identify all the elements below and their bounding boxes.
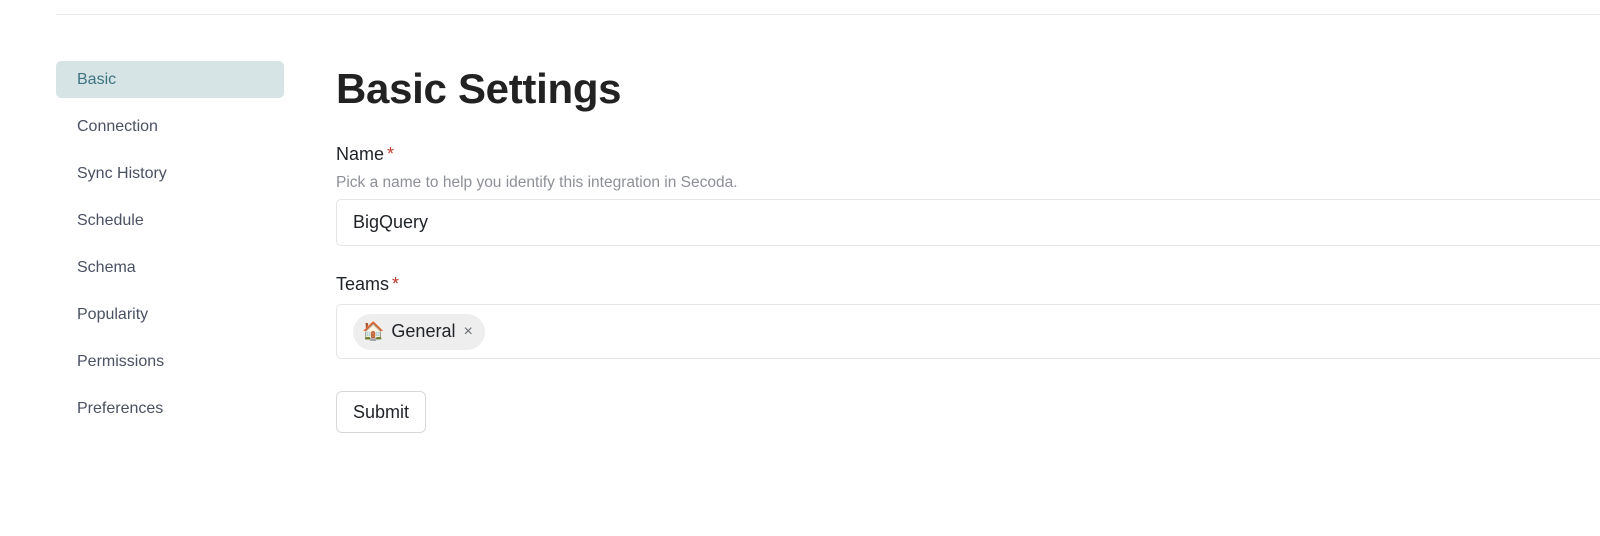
teams-multiselect[interactable]: 🏠 General × (336, 304, 1600, 359)
header-divider (56, 14, 1600, 15)
sidebar-item-popularity[interactable]: Popularity (56, 296, 284, 333)
sidebar-item-sync-history[interactable]: Sync History (56, 155, 284, 192)
sidebar-item-label: Basic (77, 70, 117, 88)
required-asterisk: * (387, 144, 395, 164)
sidebar-item-label: Schedule (77, 211, 144, 229)
page-title: Basic Settings (336, 65, 622, 112)
sidebar-item-label: Preferences (77, 399, 164, 417)
sidebar-item-permissions[interactable]: Permissions (56, 343, 284, 380)
name-field-label: Name * (336, 143, 1600, 165)
team-chip-general: 🏠 General × (353, 313, 485, 350)
chip-remove-icon[interactable]: × (463, 323, 472, 340)
sidebar-item-label: Schema (77, 258, 136, 276)
sidebar-item-schedule[interactable]: Schedule (56, 202, 284, 239)
house-emoji-icon: 🏠 (362, 321, 385, 341)
name-input[interactable] (336, 199, 1600, 246)
submit-button[interactable]: Submit (336, 391, 427, 433)
name-field-description: Pick a name to help you identify this in… (336, 174, 738, 191)
required-asterisk: * (392, 274, 400, 294)
chip-label: General (391, 321, 456, 341)
teams-label-text: Teams (336, 274, 390, 294)
sidebar-item-schema[interactable]: Schema (56, 249, 284, 286)
teams-field-label: Teams * (336, 273, 1600, 295)
sidebar-item-preferences[interactable]: Preferences (56, 390, 284, 427)
sidebar-item-label: Sync History (77, 164, 167, 182)
sidebar-item-connection[interactable]: Connection (56, 108, 284, 145)
name-label-text: Name (336, 144, 385, 164)
settings-sidebar: Basic Connection Sync History Schedule S… (56, 61, 284, 437)
sidebar-item-basic[interactable]: Basic (56, 61, 284, 98)
settings-form: Basic Settings Name * Pick a name to help… (336, 62, 1600, 433)
sidebar-item-label: Permissions (77, 352, 165, 370)
sidebar-item-label: Popularity (77, 305, 149, 323)
sidebar-item-label: Connection (77, 117, 158, 135)
